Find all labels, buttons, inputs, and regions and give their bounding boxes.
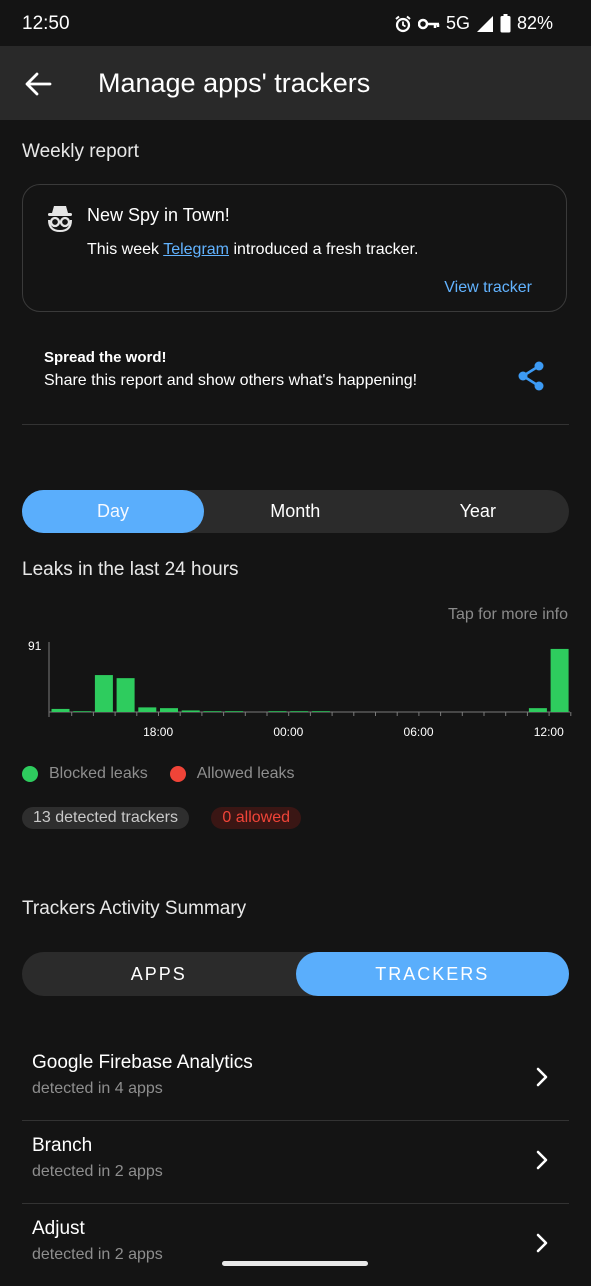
tab-trackers[interactable]: TRACKERS bbox=[295, 952, 569, 996]
chart-title: Leaks in the last 24 hours bbox=[22, 559, 239, 580]
card-body-prefix: This week bbox=[87, 241, 164, 258]
tracker-detected-count: detected in 2 apps bbox=[32, 1246, 163, 1263]
card-body: This week Telegram introduced a fresh tr… bbox=[87, 241, 418, 259]
app-link-telegram[interactable]: Telegram bbox=[163, 241, 229, 258]
card-heading: New Spy in Town! bbox=[87, 205, 230, 225]
chart-bar-blocked bbox=[550, 648, 569, 712]
chart-bar-blocked bbox=[94, 675, 113, 712]
weekly-report-card: New Spy in Town! This week Telegram intr… bbox=[22, 184, 567, 312]
spread-the-word: Spread the word! Share this report and s… bbox=[44, 349, 417, 390]
back-arrow-icon[interactable] bbox=[24, 70, 52, 98]
status-time: 12:50 bbox=[22, 13, 70, 34]
share-icon[interactable] bbox=[514, 359, 548, 393]
divider bbox=[22, 424, 569, 425]
tracker-row[interactable]: Branch detected in 2 apps bbox=[22, 1121, 569, 1203]
tracker-detected-count: detected in 2 apps bbox=[32, 1163, 163, 1180]
vpn-key-icon bbox=[417, 18, 440, 29]
tracker-name: Adjust bbox=[32, 1218, 85, 1239]
home-indicator[interactable] bbox=[222, 1261, 368, 1266]
chart-bar-blocked bbox=[116, 678, 135, 712]
chevron-right-icon bbox=[536, 1067, 548, 1087]
tracker-name: Branch bbox=[32, 1135, 93, 1156]
signal-icon bbox=[476, 15, 493, 32]
chart-x-tick-label: 06:00 bbox=[404, 725, 434, 739]
spread-text: Share this report and show others what's… bbox=[44, 372, 418, 389]
page-title: Manage apps' trackers bbox=[98, 68, 371, 98]
allowed-legend-label: Allowed leaks bbox=[196, 765, 295, 782]
chart-bar-blocked bbox=[268, 711, 287, 712]
blocked-legend-label: Blocked leaks bbox=[49, 765, 148, 782]
network-type: 5G bbox=[445, 13, 470, 33]
chart-x-tick-label: 18:00 bbox=[143, 725, 173, 739]
chart-bar-blocked bbox=[203, 711, 222, 712]
period-day[interactable]: Day bbox=[22, 490, 204, 533]
summary-label: Trackers Activity Summary bbox=[22, 898, 247, 919]
chart-bar-blocked bbox=[528, 708, 547, 712]
battery-icon bbox=[500, 14, 511, 33]
period-selector: Day Month Year bbox=[22, 490, 569, 533]
tracker-row[interactable]: Google Firebase Analytics detected in 4 … bbox=[22, 1038, 569, 1120]
chevron-right-icon bbox=[536, 1233, 548, 1253]
weekly-report-label: Weekly report bbox=[22, 141, 139, 162]
chart-bar-blocked bbox=[290, 711, 309, 712]
battery-percent: 82% bbox=[516, 13, 553, 33]
allowed-chip: 0 allowed bbox=[211, 807, 302, 829]
chart-legend: Blocked leaks Allowed leaks bbox=[22, 765, 295, 783]
chart-hint[interactable]: Tap for more info bbox=[448, 606, 568, 624]
chart-bar-blocked bbox=[225, 711, 244, 712]
period-month[interactable]: Month bbox=[204, 490, 387, 533]
chart-x-tick-label: 12:00 bbox=[534, 725, 564, 739]
status-icons: 5G 82% bbox=[394, 13, 553, 34]
allowed-legend-dot bbox=[169, 766, 186, 782]
tracker-row[interactable]: Adjust detected in 2 apps bbox=[22, 1204, 569, 1286]
blocked-legend-dot bbox=[22, 766, 38, 782]
card-body-suffix: introduced a fresh tracker. bbox=[229, 241, 419, 258]
chart-ticks: 18:00 00:00 06:00 12:00 bbox=[71, 712, 572, 739]
view-tracker-button[interactable]: View tracker bbox=[444, 279, 532, 297]
chart-bar-blocked bbox=[73, 711, 92, 712]
chevron-right-icon bbox=[536, 1150, 548, 1170]
status-bar: 12:50 5G 82% bbox=[0, 0, 591, 46]
detected-trackers-chip: 13 detected trackers bbox=[22, 807, 189, 829]
tracker-detected-count: detected in 4 apps bbox=[32, 1080, 163, 1097]
chart-bar-blocked bbox=[181, 710, 200, 712]
chart-bar-blocked bbox=[138, 707, 157, 712]
chart-bar-blocked bbox=[51, 708, 70, 712]
tab-apps[interactable]: APPS bbox=[22, 952, 296, 996]
spread-heading: Spread the word! bbox=[44, 349, 167, 366]
chart-bar-blocked bbox=[311, 711, 330, 712]
tracker-name: Google Firebase Analytics bbox=[32, 1052, 253, 1073]
stats-chips: 13 detected trackers 0 allowed bbox=[22, 807, 302, 829]
summary-tabs: APPS TRACKERS bbox=[22, 952, 569, 996]
chart-bar-blocked bbox=[160, 708, 178, 712]
chart-ymax-label: 91 bbox=[28, 639, 42, 653]
chart-x-tick-label: 00:00 bbox=[273, 725, 303, 739]
app-bar: Manage apps' trackers bbox=[0, 46, 591, 120]
leaks-chart[interactable]: 91 18:00 00:00 06:00 12:00 bbox=[22, 632, 572, 742]
period-year[interactable]: Year bbox=[387, 490, 570, 533]
alarm-icon bbox=[395, 15, 411, 32]
chart-bars bbox=[51, 648, 569, 712]
spy-icon bbox=[48, 206, 72, 233]
